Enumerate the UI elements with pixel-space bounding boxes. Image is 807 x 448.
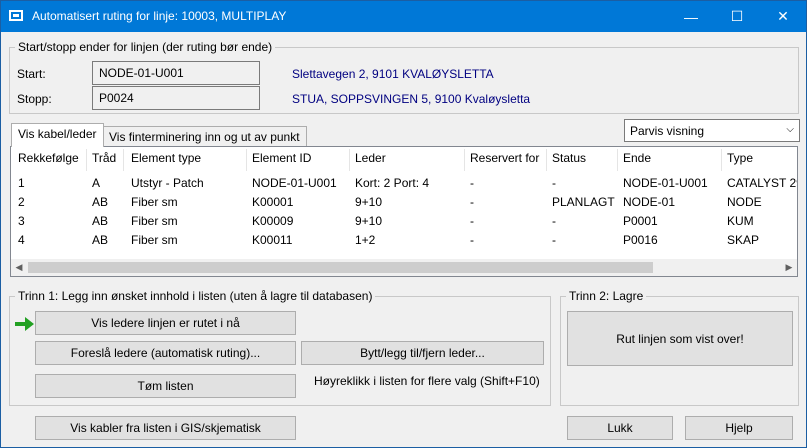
route-table[interactable]: Rekkefølge Tråd Element type Element ID … <box>10 146 798 277</box>
table-cell: - <box>470 195 474 209</box>
table-cell: PLANLAGT <box>552 195 615 209</box>
table-cell: NODE-01-U001 <box>252 176 337 190</box>
view-mode-value: Parvis visning <box>630 124 705 138</box>
column-header[interactable]: Element type <box>131 151 201 165</box>
table-cell: NODE <box>727 195 762 209</box>
table-cell: NODE-01-U001 <box>623 176 708 190</box>
window-title: Automatisert ruting for linje: 10003, MU… <box>32 9 287 23</box>
app-window-icon <box>9 10 23 21</box>
table-cell: - <box>552 214 556 228</box>
table-cell: AB <box>92 214 109 228</box>
table-cell: KUM <box>727 214 754 228</box>
table-cell: K00011 <box>252 233 293 247</box>
route-line-button[interactable]: Rut linjen som vist over! <box>567 311 793 366</box>
table-cell: Kort: 2 Port: 4 <box>355 176 430 190</box>
show-in-gis-button[interactable]: Vis kabler fra listen i GIS/skjematisk <box>35 416 296 440</box>
column-header[interactable]: Reservert for <box>470 151 539 165</box>
endpoints-legend: Start/stopp ender for linjen (der ruting… <box>15 40 276 54</box>
table-cell: NODE-01 <box>623 195 676 209</box>
table-cell: - <box>470 233 474 247</box>
stop-field[interactable]: P0024 <box>92 86 260 110</box>
column-header[interactable]: Ende <box>623 151 651 165</box>
help-button[interactable]: Hjelp <box>685 416 793 440</box>
table-cell: Fiber sm <box>131 214 178 228</box>
table-cell: AB <box>92 195 109 209</box>
close-window-button[interactable]: ✕ <box>760 1 806 32</box>
title-bar: Automatisert ruting for linje: 10003, MU… <box>1 1 806 32</box>
column-header[interactable]: Element ID <box>252 151 311 165</box>
table-cell: 9+10 <box>355 195 383 209</box>
table-cell: 2 <box>18 195 25 209</box>
column-header[interactable]: Tråd <box>92 151 116 165</box>
table-cell: K00001 <box>252 195 294 209</box>
clear-list-button[interactable]: Tøm listen <box>35 374 296 398</box>
scrollbar-thumb[interactable] <box>28 262 653 273</box>
table-cell: - <box>470 214 474 228</box>
table-cell: Fiber sm <box>131 233 178 247</box>
table-cell: - <box>552 233 556 247</box>
minimize-button[interactable]: — <box>668 1 714 32</box>
start-field[interactable]: NODE-01-U001 <box>92 61 260 85</box>
table-cell: P0016 <box>623 233 658 247</box>
table-cell: P0001 <box>623 214 658 228</box>
table-cell: 9+10 <box>355 214 383 228</box>
scroll-right-icon[interactable]: ▶ <box>781 260 797 275</box>
table-cell: 4 <box>18 233 25 247</box>
table-cell: 1 <box>18 176 25 190</box>
table-cell: 3 <box>18 214 25 228</box>
context-menu-hint: Høyreklikk i listen for flere valg (Shif… <box>314 374 540 388</box>
stop-label: Stopp: <box>17 92 52 106</box>
arrow-right-icon <box>15 317 34 331</box>
start-label: Start: <box>17 67 46 81</box>
dialog-window: Automatisert ruting for linje: 10003, MU… <box>0 0 807 448</box>
tab-fine-termination[interactable]: Vis finterminering inn og ut av punkt <box>102 126 307 148</box>
column-header[interactable]: Type <box>727 151 753 165</box>
table-cell: CATALYST 290 <box>727 176 797 190</box>
step2-legend: Trinn 2: Lagre <box>566 289 647 303</box>
swap-conductor-button[interactable]: Bytt/legg til/fjern leder... <box>301 341 544 365</box>
close-button[interactable]: Lukk <box>567 416 673 440</box>
stop-address: STUA, SOPPSVINGEN 5, 9100 Kvaløysletta <box>292 92 531 106</box>
table-cell: 1+2 <box>355 233 376 247</box>
show-routed-button[interactable]: Vis ledere linjen er rutet i nå <box>35 311 296 335</box>
column-header[interactable]: Status <box>552 151 586 165</box>
table-cell: AB <box>92 233 109 247</box>
horizontal-scrollbar[interactable]: ◀ ▶ <box>11 259 797 276</box>
table-cell: Utstyr - Patch <box>131 176 204 190</box>
column-header[interactable]: Rekkefølge <box>18 151 79 165</box>
table-cell: - <box>552 176 556 190</box>
table-cell: K00009 <box>252 214 294 228</box>
suggest-conductors-button[interactable]: Foreslå ledere (automatisk ruting)... <box>35 341 296 365</box>
scroll-left-icon[interactable]: ◀ <box>11 260 27 275</box>
view-mode-select[interactable]: Parvis visning ⌵ <box>624 119 800 142</box>
step1-legend: Trinn 1: Legg inn ønsket innhold i liste… <box>15 289 376 303</box>
table-cell: SKAP <box>727 233 760 247</box>
tab-cable-conductor[interactable]: Vis kabel/leder <box>11 123 104 147</box>
table-cell: A <box>92 176 101 190</box>
chevron-down-icon: ⌵ <box>786 124 794 135</box>
start-address: Slettavegen 2, 9101 KVALØYSLETTA <box>292 67 494 81</box>
column-header[interactable]: Leder <box>355 151 386 165</box>
table-cell: Fiber sm <box>131 195 178 209</box>
table-cell: - <box>470 176 474 190</box>
maximize-button[interactable]: ☐ <box>714 1 760 32</box>
